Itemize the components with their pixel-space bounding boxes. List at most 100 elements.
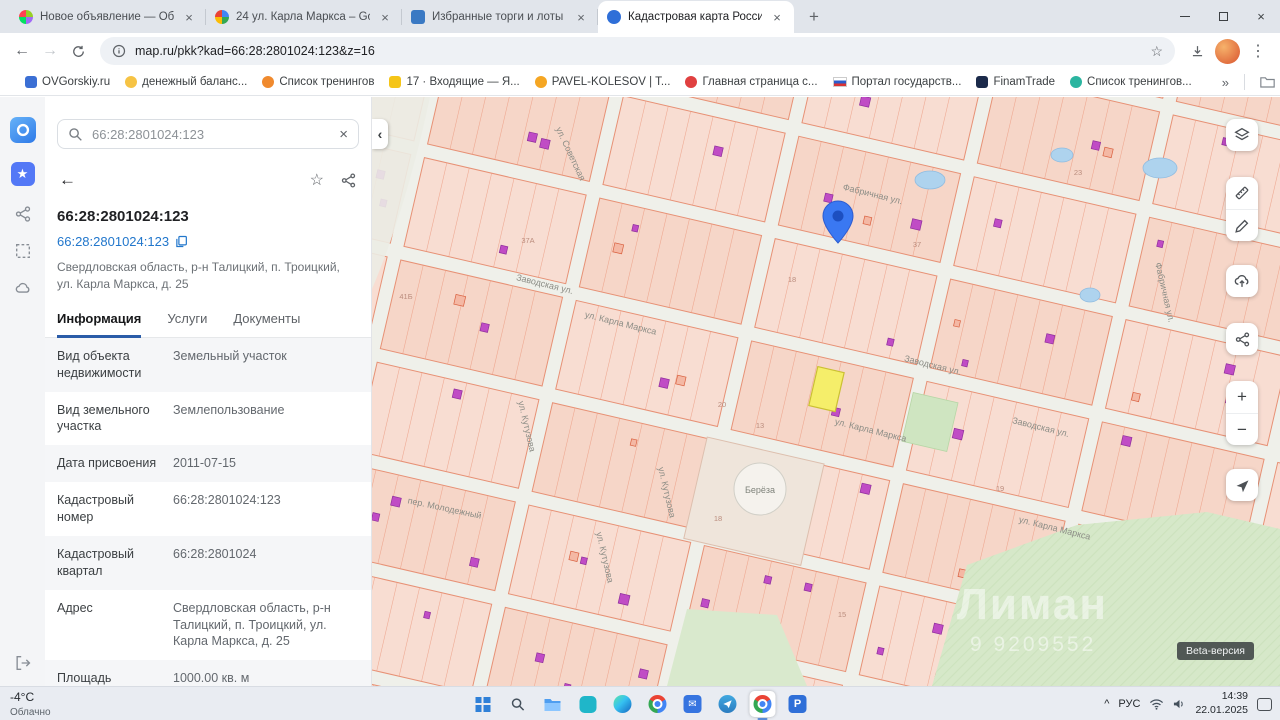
draw-button[interactable] <box>1226 209 1258 241</box>
ruler-button[interactable] <box>1226 177 1258 209</box>
bookmark-item[interactable]: Список тренингов... <box>1070 76 1192 88</box>
upload-button[interactable] <box>1226 265 1258 297</box>
clock-widget[interactable]: 14:39 22.01.2025 <box>1195 690 1248 717</box>
clear-search-icon[interactable]: × <box>339 126 348 143</box>
pond <box>1143 158 1177 178</box>
bookmark-label: OVGorskiy.ru <box>42 76 110 88</box>
new-tab-button[interactable]: + <box>800 3 828 31</box>
search-input[interactable]: 66:28:2801024:123 × <box>57 119 359 149</box>
minimize-button[interactable] <box>1166 0 1204 33</box>
sidebar-share-button[interactable] <box>14 205 32 223</box>
cadastral-map[interactable]: ул. СоветскаяФабричная ул.Заводская ул.у… <box>372 97 1280 686</box>
cadastral-number-link[interactable]: 66:28:2801024:123 <box>57 234 169 249</box>
downloads-icon[interactable] <box>1183 37 1211 65</box>
tray-expand-icon[interactable]: ^ <box>1104 698 1109 710</box>
profile-avatar[interactable] <box>1215 39 1240 64</box>
tab-services[interactable]: Услуги <box>167 311 207 337</box>
file-explorer-button[interactable] <box>540 691 566 717</box>
bookmark-favicon <box>1070 76 1082 88</box>
browser-tab-2[interactable]: 24 ул. Карла Маркса – Google... × <box>206 1 402 33</box>
watermark-text: Лиман <box>957 580 1108 629</box>
bookmark-label: Главная страница с... <box>702 76 817 88</box>
edge-button[interactable] <box>610 691 636 717</box>
map-canvas[interactable]: ул. СоветскаяФабричная ул.Заводская ул.у… <box>372 97 1280 686</box>
telegram-button[interactable] <box>715 691 741 717</box>
bookmark-item[interactable]: OVGorskiy.ru <box>25 76 110 88</box>
forward-button[interactable]: → <box>36 37 64 65</box>
notifications-icon[interactable] <box>1257 698 1272 711</box>
svg-text:37: 37 <box>913 240 921 249</box>
chrome-button[interactable] <box>645 691 671 717</box>
mail-button[interactable]: ✉ <box>680 691 706 717</box>
site-info-icon[interactable] <box>112 44 126 58</box>
browser-menu-button[interactable]: ⋮ <box>1244 37 1272 65</box>
bookmark-label: FinamTrade <box>993 76 1055 88</box>
address-bar[interactable]: map.ru/pkk?kad=66:28:2801024:123&z=16 ☆ <box>100 37 1175 65</box>
tab-close-icon[interactable]: × <box>769 9 785 25</box>
download-arrow-icon <box>1190 44 1205 59</box>
row-label: Вид объекта недвижимости <box>57 348 161 382</box>
bookmark-favicon <box>976 76 988 88</box>
language-indicator[interactable]: РУС <box>1118 698 1140 710</box>
tab-information[interactable]: Информация <box>57 311 141 338</box>
copy-icon[interactable] <box>175 235 188 248</box>
bookmark-item[interactable]: FinamTrade <box>976 76 1055 88</box>
pencil-icon <box>1233 217 1251 235</box>
object-title: 66:28:2801024:123 <box>57 208 359 225</box>
wifi-icon[interactable] <box>1149 698 1164 710</box>
favorite-star-icon[interactable]: ☆ <box>310 170 324 190</box>
zoom-out-button[interactable]: − <box>1226 413 1258 445</box>
svg-text:37А: 37А <box>521 236 534 245</box>
my-location-button[interactable] <box>1226 469 1258 501</box>
start-button[interactable] <box>470 691 496 717</box>
p-app-button[interactable]: Р <box>785 691 811 717</box>
sidebar-select-area-button[interactable] <box>14 242 32 260</box>
browser-tab-1[interactable]: Новое объявление — Объявл... × <box>10 1 206 33</box>
tab-favicon <box>215 10 229 24</box>
bookmark-item[interactable]: PAVEL-KOLESOV | T... <box>535 76 671 88</box>
all-bookmarks-button[interactable]: Все закладки <box>1260 76 1280 88</box>
weather-widget[interactable]: -4°C Облачно <box>10 690 51 719</box>
bookmark-item[interactable]: денежный баланс... <box>125 76 247 88</box>
maximize-button[interactable] <box>1204 0 1242 33</box>
row-value: 2011-07-15 <box>173 455 359 472</box>
active-browser-button[interactable] <box>750 691 776 717</box>
volume-icon[interactable] <box>1173 698 1186 710</box>
windows-icon <box>475 697 490 712</box>
refresh-button[interactable] <box>64 37 92 65</box>
bookmark-item[interactable]: Список тренингов <box>262 76 374 88</box>
browser-tab-active[interactable]: Кадастровая карта России он... × <box>598 1 794 33</box>
browser-tab-3[interactable]: Избранные торги и лоты × <box>402 1 598 33</box>
bookmark-star-icon[interactable]: ☆ <box>1150 43 1163 60</box>
locate-icon <box>1234 477 1251 494</box>
app-logo[interactable] <box>10 117 36 143</box>
sidebar-exit-button[interactable] <box>14 654 32 672</box>
tab-close-icon[interactable]: × <box>573 9 589 25</box>
taskbar-search-button[interactable] <box>505 691 531 717</box>
bookmarks-overflow-button[interactable]: » <box>1222 75 1229 90</box>
layers-button[interactable] <box>1226 119 1258 151</box>
sidebar-cloud-button[interactable] <box>14 279 32 297</box>
close-window-button[interactable]: × <box>1242 0 1280 33</box>
measure-edit-group <box>1226 177 1258 241</box>
row-value: Земельный участок <box>173 348 359 382</box>
bookmark-item[interactable]: Портал государств... <box>833 76 962 88</box>
zoom-in-button[interactable]: + <box>1226 381 1258 413</box>
share-icon[interactable] <box>340 172 357 189</box>
tab-close-icon[interactable]: × <box>377 9 393 25</box>
back-button[interactable]: ← <box>8 37 36 65</box>
bookmark-item[interactable]: Главная страница с... <box>685 76 817 88</box>
collapse-panel-button[interactable]: ‹ <box>372 119 388 149</box>
tab-documents[interactable]: Документы <box>233 311 300 337</box>
bookmarks-bar: OVGorskiy.ru денежный баланс... Список т… <box>0 69 1280 96</box>
table-row: Площадь декларированная1000.00 кв. м <box>45 660 371 686</box>
share-map-button[interactable] <box>1226 323 1258 355</box>
teal-app-button[interactable] <box>575 691 601 717</box>
sidebar-favorites-button[interactable]: ★ <box>11 162 35 186</box>
row-value: 66:28:2801024:123 <box>173 492 359 526</box>
tab-close-icon[interactable]: × <box>181 9 197 25</box>
svg-text:18: 18 <box>788 275 796 284</box>
bookmark-item[interactable]: 17 · Входящие — Я... <box>389 76 519 88</box>
table-row: Вид объекта недвижимости Земельный участо… <box>45 338 371 392</box>
panel-back-button[interactable]: ← <box>59 170 76 190</box>
